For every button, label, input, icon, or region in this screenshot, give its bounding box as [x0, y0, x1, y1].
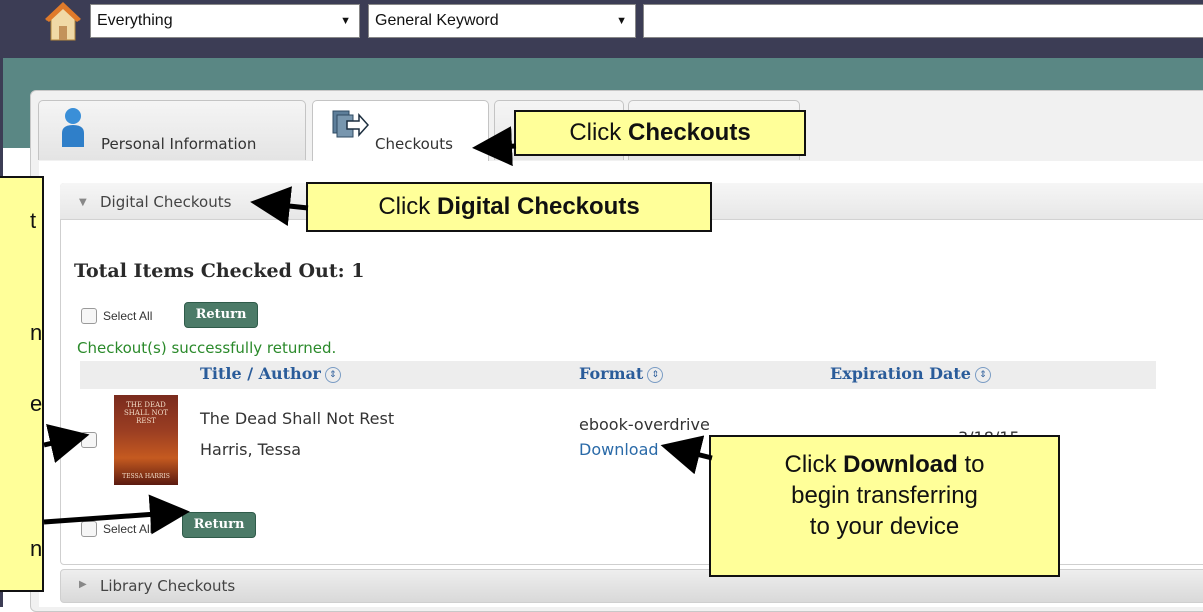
- arrow-to-return-button: [43, 494, 190, 535]
- arrow-to-digital-header: [250, 186, 309, 226]
- annotation-arrows: [43, 126, 713, 535]
- arrow-to-checkouts-tab: [472, 126, 517, 167]
- arrow-to-item-checkbox: [43, 424, 90, 463]
- arrow-to-download: [660, 435, 713, 475]
